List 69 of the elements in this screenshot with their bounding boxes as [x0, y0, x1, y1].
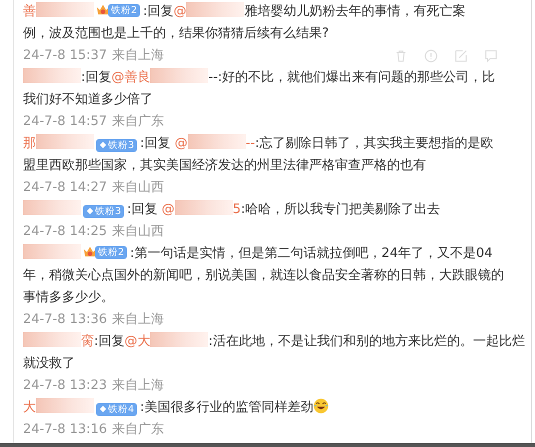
comment-time: 24-7-8 14:27: [23, 179, 108, 197]
comment-text: :美国很多行业的监管同样差劲: [140, 400, 314, 415]
blurred-patch: [188, 134, 246, 149]
diamond-icon: [99, 405, 107, 413]
comment-time: 24-7-8 13:23: [23, 377, 108, 395]
comment-text: :第一句话是实情，但是第二句话就拉倒吧，24年了，又不是04: [130, 246, 493, 261]
mention-link[interactable]: 5: [232, 202, 241, 217]
user-name[interactable]: 大: [23, 400, 36, 415]
comment-time: 24-7-8 13:16: [23, 421, 108, 439]
delete-icon[interactable]: [394, 49, 408, 63]
comment-text: :活在此地，不是让我们和别的地方来比烂的。一起比烂: [208, 334, 525, 349]
comment-text: :回复: [127, 202, 158, 217]
fan-badge: 铁粉3: [83, 204, 124, 218]
blurred-patch: [23, 244, 81, 259]
user-name[interactable]: 那: [23, 136, 36, 151]
comment-text: :忘了剔除日韩了，其实我主要想指的是欧: [254, 136, 494, 151]
user-name[interactable]: 脔: [81, 334, 94, 349]
comment-location: 来自广东: [112, 421, 164, 439]
fan-badge: 铁粉2: [108, 4, 140, 16]
mention-link[interactable]: @善良: [111, 70, 150, 85]
comment-text: 年，稍微关心点国外的新闻吧，别说美国，就连以食品安全著称的日韩，大跌眼镜的事情多多少少。: [23, 267, 505, 307]
blurred-patch: [36, 2, 94, 17]
blurred-patch: [36, 134, 94, 149]
diamond-icon: [99, 141, 107, 149]
comment-text: :回复: [81, 70, 112, 85]
mention-link[interactable]: @: [173, 4, 186, 19]
comment-location: 来自山西: [112, 223, 164, 241]
blurred-patch: [23, 332, 81, 347]
comment-text: :哈哈，所以我专门把美剔除了出去: [240, 202, 440, 217]
comment-time: 24-7-8 14:57: [23, 113, 108, 131]
info-icon[interactable]: [424, 49, 438, 63]
laughing-emoji-icon: [313, 398, 330, 414]
blurred-patch: [23, 68, 81, 83]
comment-icon[interactable]: [484, 49, 498, 63]
comment-time: 24-7-8 14:25: [23, 223, 108, 241]
comment-location: 来自上海: [112, 311, 164, 329]
comment-text: 例，波及范围也是上千的，结果你猜猜后续有么结果?: [23, 25, 330, 43]
comment-text: 就没救了: [23, 355, 76, 373]
comment-text: 盟里西欧那些国家，其实美国经济发达的州里法律严格审查严格的也有: [23, 157, 427, 175]
diamond-icon: [86, 207, 94, 215]
comment-text: 我们好不知道多少倍了: [23, 91, 154, 109]
comment-time: 24-7-8 13:36: [23, 311, 108, 329]
blurred-patch: [186, 2, 244, 17]
comment-text: :回复: [94, 334, 124, 349]
blurred-patch: [150, 68, 208, 83]
comment-time: 24-7-8 15:37: [23, 47, 108, 65]
blurred-patch: [174, 200, 233, 215]
user-name[interactable]: 善: [23, 4, 36, 19]
blurred-patch: [150, 332, 208, 347]
comment-location: 来自山西: [112, 179, 164, 197]
comment-location: 来自上海: [112, 377, 164, 395]
comment-text: --:好的不比，就他们爆出来有问题的那些公司，比: [208, 70, 496, 85]
fan-badge: 铁粉2: [95, 246, 128, 258]
fan-badge: 铁粉4: [96, 402, 138, 416]
comment-location: 来自上海: [112, 47, 164, 65]
blurred-patch: [36, 398, 94, 413]
comment-text: 雅培婴幼儿奶粉去年的事情，有死亡案: [244, 4, 466, 19]
mention-link[interactable]: @: [162, 202, 175, 217]
comment-text: :回复: [140, 136, 172, 151]
mention-link[interactable]: @: [174, 136, 188, 151]
mention-link[interactable]: --: [246, 136, 255, 151]
comment-location: 来自广东: [112, 113, 164, 131]
blurred-patch: [23, 200, 81, 215]
mention-link[interactable]: @大: [124, 334, 150, 349]
crown-icon: [83, 245, 97, 259]
crown-icon: [96, 3, 110, 17]
comment-text: :回复: [143, 4, 174, 19]
fan-badge: 铁粉3: [96, 138, 138, 152]
edit-icon[interactable]: [454, 49, 468, 63]
